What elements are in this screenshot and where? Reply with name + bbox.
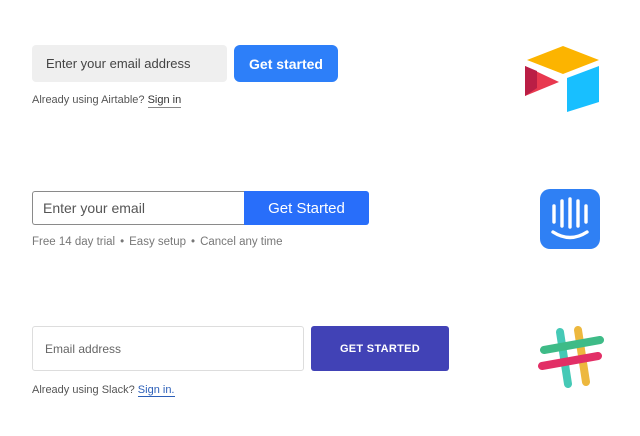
- airtable-signin-link[interactable]: Sign in: [147, 94, 182, 108]
- separator-dot: •: [191, 236, 196, 248]
- intercom-features-text: Free 14 day trial • Easy setup • Cancel any …: [32, 236, 283, 248]
- slack-signin-text: Already using Slack? Sign in.: [32, 384, 175, 397]
- airtable-logo-icon: [523, 44, 603, 112]
- intercom-email-input[interactable]: Enter your email: [32, 191, 245, 225]
- slack-get-started-button[interactable]: GET STARTED: [311, 326, 449, 371]
- intercom-email-placeholder: Enter your email: [43, 200, 145, 216]
- intercom-logo-icon: [540, 189, 600, 249]
- airtable-email-input[interactable]: Enter your email address: [32, 45, 227, 82]
- airtable-signin-text: Already using Airtable? Sign in: [32, 94, 182, 108]
- airtable-email-placeholder: Enter your email address: [46, 56, 191, 71]
- separator-dot: •: [120, 236, 125, 248]
- slack-signin-prompt: Already using Slack?: [32, 384, 135, 396]
- slack-signin-link[interactable]: Sign in.: [137, 384, 175, 397]
- intercom-feature-trial: Free 14 day trial: [32, 236, 116, 248]
- airtable-get-started-button[interactable]: Get started: [234, 45, 338, 82]
- intercom-feature-cancel: Cancel any time: [200, 236, 283, 248]
- slack-email-placeholder: Email address: [45, 341, 122, 356]
- intercom-get-started-button[interactable]: Get Started: [244, 191, 369, 225]
- slack-logo-icon: [536, 326, 606, 390]
- slack-email-input[interactable]: Email address: [32, 326, 304, 371]
- intercom-feature-setup: Easy setup: [129, 236, 187, 248]
- airtable-signin-prompt: Already using Airtable?: [32, 94, 145, 106]
